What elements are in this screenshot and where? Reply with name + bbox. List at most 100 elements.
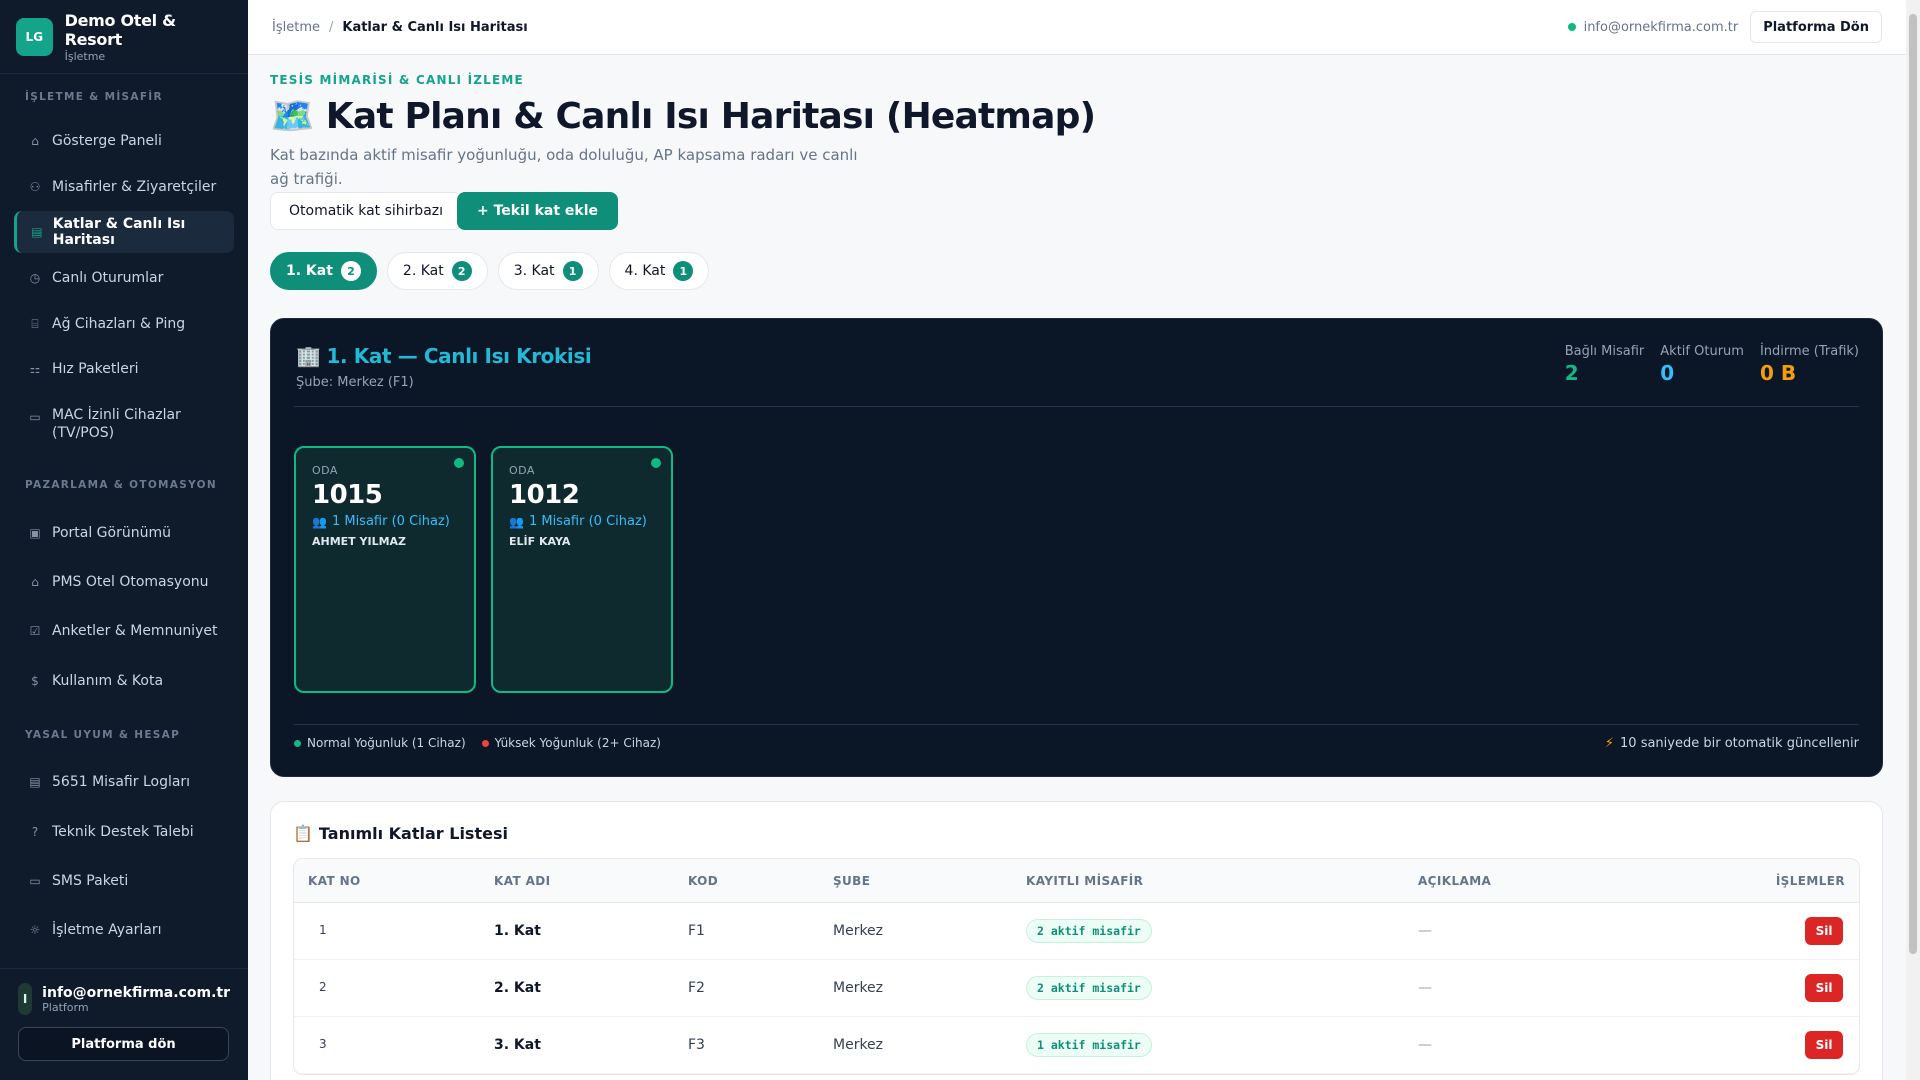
sidebar-item-devices[interactable]: ⌸ Ağ Cihazları & Ping	[14, 309, 234, 339]
clock-icon: ◷	[29, 271, 41, 285]
sidebar-item-label: 5651 Misafir Logları	[52, 774, 191, 790]
breadcrumb-current: Katlar & Canlı Isı Haritası	[342, 19, 528, 35]
cell-floor-no: 2	[319, 980, 327, 994]
sidebar-item-label: İşletme Ayarları	[52, 922, 162, 938]
sidebar-item-speed[interactable]: ⚏ Hız Paketleri	[14, 354, 234, 384]
sidebar-item-sessions[interactable]: ◷ Canlı Oturumlar	[14, 263, 234, 293]
users-icon: 👥	[509, 514, 524, 529]
sidebar-item-pms[interactable]: ⌂ PMS Otel Otomasyonu	[14, 567, 234, 597]
breadcrumb-root[interactable]: İşletme	[272, 20, 320, 35]
add-floor-button[interactable]: + Tekil kat ekle	[457, 192, 618, 230]
room-guest-name: ELİF KAYA	[509, 535, 571, 548]
stat-label: Bağlı Misafir	[1564, 344, 1645, 359]
heatmap-title: 🏢 1. Kat — Canlı Isı Krokisi	[296, 344, 592, 368]
sidebar-item-sms[interactable]: ▭ SMS Paketi	[14, 866, 234, 896]
room-status-dot	[454, 458, 464, 468]
section-title-marketing: PAZARLAMA & OTOMASYON	[25, 479, 217, 491]
divider	[294, 406, 1859, 407]
room-guest-count: 👥 1 Misafir (0 Cihaz)	[509, 514, 655, 529]
sidebar-item-settings[interactable]: ☼ İşletme Ayarları	[14, 915, 234, 945]
room-guest-name: AHMET YILMAZ	[312, 535, 407, 548]
sidebar-item-portal[interactable]: ▣ Portal Görünümü	[14, 518, 234, 548]
heatmap-stats: Bağlı Misafir 2 Aktif Oturum 0 İndirme (…	[1565, 344, 1859, 385]
sidebar-item-label: Canlı Oturumlar	[52, 270, 164, 286]
sidebar-item-surveys[interactable]: ☑ Anketler & Memnuniyet	[14, 616, 234, 646]
users-icon: ⚇	[29, 180, 41, 194]
sidebar-item-label: Ağ Cihazları & Ping	[52, 316, 186, 332]
router-icon: ⌸	[31, 316, 39, 331]
sidebar-item-label: Anketler & Memnuniyet	[52, 623, 218, 639]
room-guest-count: 👥 1 Misafir (0 Cihaz)	[312, 514, 458, 529]
sidebar-item-mac[interactable]: ▭ MAC İzinli Cihazlar (TV/POS)	[14, 406, 234, 444]
page-scrollbar[interactable]	[1906, 0, 1920, 1080]
stat-value: 0	[1660, 361, 1675, 385]
room-guest-text: 1 Misafir (0 Cihaz)	[528, 514, 647, 529]
tab-label: 4. Kat	[624, 263, 666, 279]
stat-active-sessions: Aktif Oturum 0	[1660, 344, 1744, 385]
heatmap-panel: 🏢 1. Kat — Canlı Isı Krokisi Şube: Merkez…	[270, 318, 1883, 777]
delete-button[interactable]: Sil	[1805, 974, 1843, 1002]
tab-count-badge: 1	[673, 261, 694, 281]
sidebar-item-label: Katlar & Canlı Isı Haritası	[52, 216, 186, 248]
scrollbar-thumb[interactable]	[1909, 14, 1917, 954]
lightning-icon: ⚡	[1604, 736, 1615, 751]
column-header: KOD	[688, 874, 719, 888]
sidebar-item-usage[interactable]: $ Kullanım & Kota	[14, 666, 234, 696]
user-role: Platform	[42, 1000, 89, 1014]
sidebar-item-guests[interactable]: ⚇ Misafirler & Ziyaretçiler	[14, 172, 234, 202]
auto-update-note: ⚡ 10 saniyede bir otomatik güncellenir	[1605, 736, 1859, 751]
tab-floor-1[interactable]: 1. Kat 2	[270, 252, 377, 290]
legend-dot	[294, 739, 301, 747]
cell-floor-name: 2. Kat	[494, 980, 541, 996]
column-header: İŞLEMLER	[1775, 874, 1845, 888]
room-guest-text: 1 Misafir (0 Cihaz)	[331, 514, 450, 529]
room-card[interactable]: ODA 1015 👥 1 Misafir (0 Cihaz) AHMET YILM…	[294, 446, 476, 693]
avatar: I	[18, 983, 33, 1015]
back-to-platform-button[interactable]: Platforma dön	[18, 1027, 229, 1061]
tab-label: 2. Kat	[402, 263, 444, 279]
sidebar-item-floors[interactable]: ▤ Katlar & Canlı Isı Haritası	[14, 211, 234, 253]
delete-button[interactable]: Sil	[1805, 1031, 1843, 1059]
table-row: 3 3. Kat F3 Merkez 1 aktif misafir — Sil	[294, 1017, 1859, 1074]
tab-label: 3. Kat	[513, 263, 555, 279]
legend-dot	[481, 739, 489, 747]
guest-count-badge: 2 aktif misafir	[1026, 976, 1152, 1000]
tab-floor-4[interactable]: 4. Kat 1	[608, 252, 710, 290]
cell-floor-no: 3	[319, 1037, 327, 1051]
hotel-icon: ⌂	[31, 575, 39, 589]
divider	[294, 724, 1859, 725]
dollar-icon: $	[31, 674, 39, 688]
room-number: 1012	[509, 480, 580, 510]
sidebar: LG Demo Otel & Resort İşletme İŞLETME & …	[0, 0, 248, 1080]
sidebar-item-logs[interactable]: ▤ 5651 Misafir Logları	[14, 767, 234, 797]
auto-floor-wizard-button[interactable]: Otomatik kat sihirbazı	[270, 192, 463, 230]
legend-label: Normal Yoğunluk (1 Cihaz)	[307, 736, 466, 750]
sidebar-item-label: PMS Otel Otomasyonu	[52, 574, 209, 590]
floors-list-title: 📋 Tanımlı Katlar Listesi	[293, 824, 508, 843]
platform-return-button[interactable]: Platforma Dön	[1750, 11, 1882, 43]
sidebar-item-label: SMS Paketi	[52, 873, 129, 889]
tab-count-badge: 2	[451, 261, 472, 281]
delete-button[interactable]: Sil	[1805, 917, 1843, 945]
room-label: ODA	[509, 464, 535, 477]
cell-branch: Merkez	[833, 980, 884, 996]
sidebar-item-support[interactable]: ? Teknik Destek Talebi	[14, 817, 234, 847]
room-card[interactable]: ODA 1012 👥 1 Misafir (0 Cihaz) ELİF KAYA	[491, 446, 673, 693]
section-title-legal: YASAL UYUM & HESAP	[25, 729, 181, 741]
brand[interactable]: LG Demo Otel & Resort İşletme	[0, 0, 248, 74]
sidebar-item-label: MAC İzinli Cihazlar (TV/POS)	[52, 407, 181, 441]
users-icon: 👥	[312, 514, 327, 529]
speed-icon: ⚏	[29, 362, 41, 376]
gear-icon: ☼	[29, 923, 41, 937]
home-icon: ⌂	[31, 134, 39, 148]
page-eyebrow: TESİS MİMARİSİ & CANLI İZLEME	[270, 73, 524, 87]
tab-floor-2[interactable]: 2. Kat 2	[386, 252, 488, 290]
stat-value: 2	[1564, 361, 1579, 385]
online-status-dot	[1567, 23, 1576, 31]
table-header: KAT NO KAT ADI KOD ŞUBE KAYITLI MİSAFİR …	[294, 859, 1859, 903]
sidebar-item-label: Teknik Destek Talebi	[52, 824, 194, 840]
table-row: 1 1. Kat F1 Merkez 2 aktif misafir — Sil	[294, 903, 1859, 960]
tab-floor-3[interactable]: 3. Kat 1	[497, 252, 599, 290]
sidebar-item-dashboard[interactable]: ⌂ Gösterge Paneli	[14, 126, 234, 156]
section-title-guest: İŞLETME & MİSAFİR	[25, 91, 163, 103]
